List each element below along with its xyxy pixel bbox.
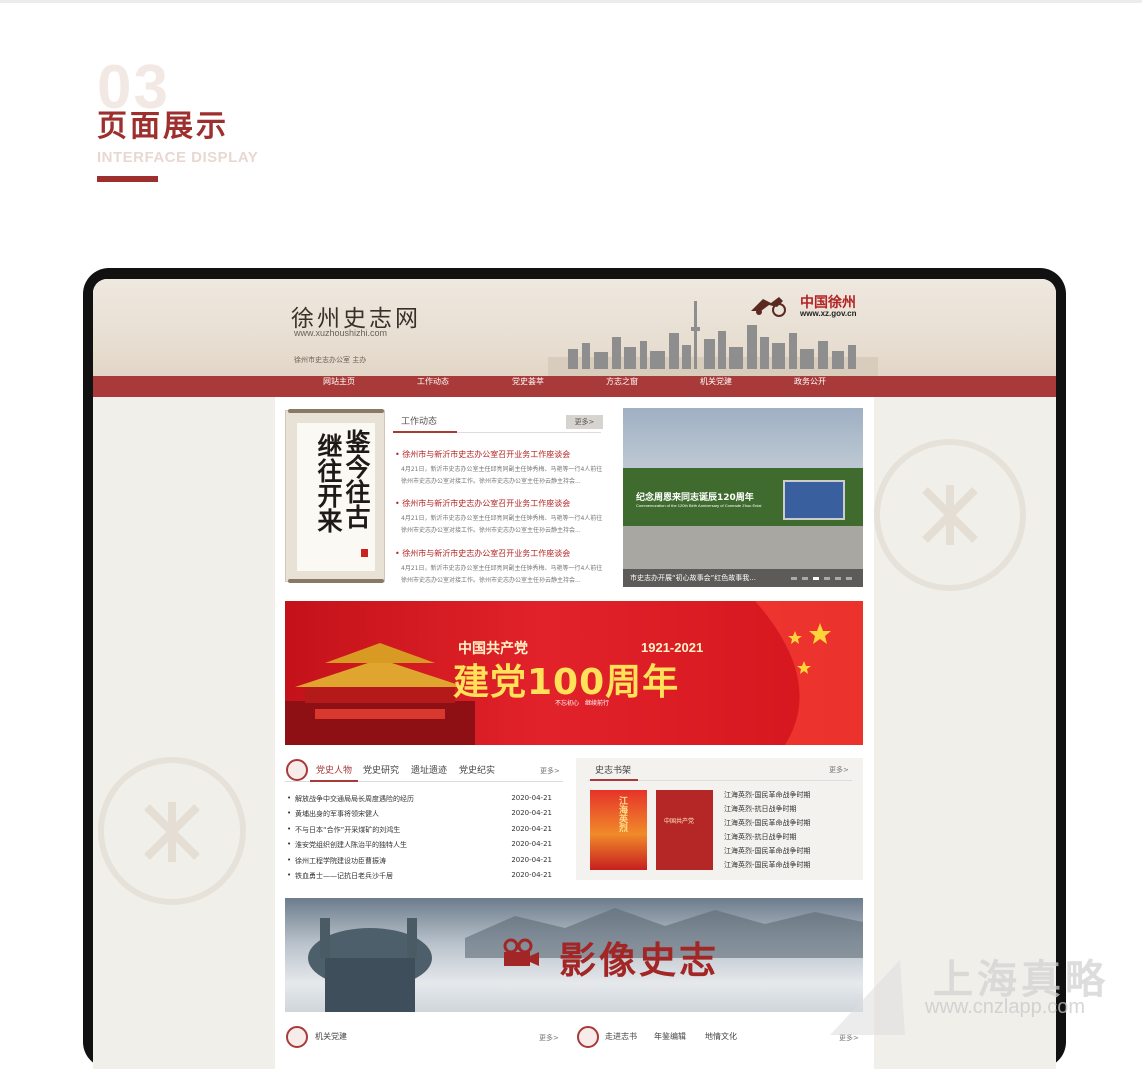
shelf-tab-indicator	[590, 779, 638, 781]
news-item-desc: 4月21日，新沂市史志办公室主任邱亮同副主任钟秀梅、马艳等一行4人前往	[401, 515, 603, 522]
slider-dot[interactable]	[846, 577, 852, 580]
photo-billboard-subtext: Commemoration of the 120th Birth Anniver…	[636, 503, 762, 508]
news-item-desc: 4月21日，新沂市史志办公室主任邱亮同副主任钟秀梅、马艳等一行4人前往	[401, 466, 603, 473]
list-item[interactable]: • 不与日本“合作”开采煤矿的刘鸿生 2020-04-21	[287, 825, 552, 837]
video-camera-icon	[503, 938, 539, 966]
bookshelf-panel: 史志书架 更多> 江海英烈 中国共产党 江海英烈-国民革命战争时期 江海英烈-抗…	[576, 758, 863, 880]
banner-years: 1921-2021	[641, 640, 704, 655]
centenary-banner[interactable]: 中国共产党 建党100周年 1921-2021 不忘初心 继续前行	[285, 601, 863, 745]
news-more-button[interactable]: 更多>	[566, 415, 603, 429]
main-nav: 网站主页 工作动态 党史荟萃 方志之窗 机关党建 政务公开	[93, 376, 1056, 397]
photo-screen	[783, 480, 845, 520]
tab-yearbook[interactable]: 年鉴编辑	[654, 1031, 686, 1042]
shelf-list-item[interactable]: 江海英烈-国民革命战争时期	[724, 846, 811, 856]
seal-watermark-left	[98, 757, 246, 905]
book-emblem-icon	[577, 1026, 599, 1048]
news-item-desc: 徐州市史志办公室对接工作。徐州市史志办公室主任孙云静主持会...	[401, 577, 581, 584]
banner-motto: 不忘初心 继续前行	[555, 700, 610, 707]
tab-party-figures[interactable]: 党史人物	[316, 763, 352, 776]
seal-stamp-icon	[361, 549, 368, 557]
party-emblem-icon	[286, 1026, 308, 1048]
site-url: www.xuzhoushizhi.com	[294, 328, 388, 338]
nav-party-building[interactable]: 机关党建	[676, 376, 756, 397]
news-item-desc: 徐州市史志办公室对接工作。徐州市史志办公室主任孙云静主持会...	[401, 478, 581, 485]
gov-brand-url: www.xz.gov.cn	[800, 309, 857, 318]
calligraphy-column-2: 继往开来	[314, 433, 343, 533]
nav-party-history[interactable]: 党史荟萃	[488, 376, 568, 397]
slider-dot[interactable]	[824, 577, 830, 580]
section-subtitle: INTERFACE DISPLAY	[97, 149, 259, 166]
list-item[interactable]: • 解放战争中交通局局长周度遇险的经历 2020-04-21	[287, 794, 552, 806]
tab-party-building[interactable]: 机关党建	[315, 1031, 347, 1042]
tab-party-research[interactable]: 党史研究	[363, 763, 399, 776]
shelf-list-item[interactable]: 江海英烈-抗日战争时期	[724, 804, 797, 814]
calligraphy-column-1: 鉴今往古	[342, 429, 371, 529]
tab-local-culture[interactable]: 地情文化	[705, 1031, 737, 1042]
nav-work-news[interactable]: 工作动态	[393, 376, 473, 397]
book-cover[interactable]: 中国共产党	[656, 790, 713, 870]
slider-dot[interactable]	[802, 577, 808, 580]
nav-government-affairs[interactable]: 政务公开	[770, 376, 850, 397]
news-item-desc: 4月21日，新沂市史志办公室主任邱亮同副主任钟秀梅、马艳等一行4人前往	[401, 565, 603, 572]
chariot-logo-icon	[751, 297, 786, 317]
list-item[interactable]: • 徐州工程学院建设功臣曹振涛 2020-04-21	[287, 856, 552, 868]
section-title: 页面展示	[97, 109, 229, 144]
list-item[interactable]: • 淮安党组织创建人陈治平的独特人生 2020-04-21	[287, 840, 552, 852]
scroll-rod-top	[288, 409, 384, 413]
shelf-more-link[interactable]: 更多>	[829, 765, 849, 775]
banner2-title: 影像史志	[559, 938, 719, 982]
slider-dot-active[interactable]	[813, 577, 819, 580]
section-underline	[97, 176, 158, 182]
tab-chronicles[interactable]: 走进志书	[605, 1031, 637, 1042]
watermark-url: www.cnzlapp.com	[925, 996, 1086, 1018]
tab-party-records[interactable]: 党史纪实	[459, 763, 495, 776]
tab-bookshelf[interactable]: 史志书架	[595, 763, 631, 776]
tab-work-news[interactable]: 工作动态	[401, 414, 437, 427]
nav-home[interactable]: 网站主页	[299, 376, 379, 397]
shelf-list-item[interactable]: 江海英烈-国民革命战争时期	[724, 790, 811, 800]
shelf-list-item[interactable]: 江海英烈-国民革命战争时期	[724, 860, 811, 870]
news-tab-indicator	[393, 431, 457, 433]
history-tab-indicator	[310, 780, 358, 782]
photo-billboard-text: 纪念周恩来同志诞辰120周年	[636, 493, 754, 503]
news-photo-slider[interactable]: 纪念周恩来同志诞辰120周年 Commemoration of the 120t…	[623, 408, 863, 587]
history-more-link[interactable]: 更多>	[540, 766, 560, 776]
image-history-banner[interactable]: 影像史志	[285, 898, 863, 1012]
news-item-desc: 徐州市史志办公室对接工作。徐州市史志办公室主任孙云静主持会...	[401, 527, 581, 534]
scroll-paper: 鉴今往古 继往开来	[297, 423, 375, 571]
calligraphy-scroll: 鉴今往古 继往开来	[285, 409, 385, 583]
nav-local-chronicles[interactable]: 方志之窗	[582, 376, 662, 397]
news-item-title[interactable]: • 徐州市与新沂市史志办公室召开业务工作座谈会	[395, 498, 570, 509]
scroll-rod-bottom	[288, 579, 384, 583]
slider-dot[interactable]	[835, 577, 841, 580]
top-divider	[0, 0, 1142, 3]
book-title: 江海英烈	[617, 796, 627, 832]
seal-watermark-right	[874, 439, 1026, 591]
news-item-title[interactable]: • 徐州市与新沂市史志办公室召开业务工作座谈会	[395, 548, 570, 559]
party-emblem-icon	[286, 759, 308, 781]
shelf-list-item[interactable]: 江海英烈-国民革命战争时期	[724, 818, 811, 828]
list-item[interactable]: • 铁血勇士——记抗日老兵沙千居 2020-04-21	[287, 871, 552, 883]
slider-dot[interactable]	[791, 577, 797, 580]
list-item[interactable]: • 黄埔出身的军事将领宋健人 2020-04-21	[287, 809, 552, 821]
site-host-text: 徐州市史志办公室 主办	[294, 356, 367, 364]
book-cover[interactable]: 江海英烈	[590, 790, 647, 870]
tab-historic-sites[interactable]: 遗址遗迹	[411, 763, 447, 776]
news-item-title[interactable]: • 徐州市与新沂市史志办公室召开业务工作座谈会	[395, 449, 570, 460]
book-title: 中国共产党	[664, 818, 695, 825]
site-header: 徐州史志网 www.xuzhoushizhi.com 徐州市史志办公室 主办 中…	[93, 279, 1056, 377]
shelf-list-item[interactable]: 江海英烈-抗日战争时期	[724, 832, 797, 842]
